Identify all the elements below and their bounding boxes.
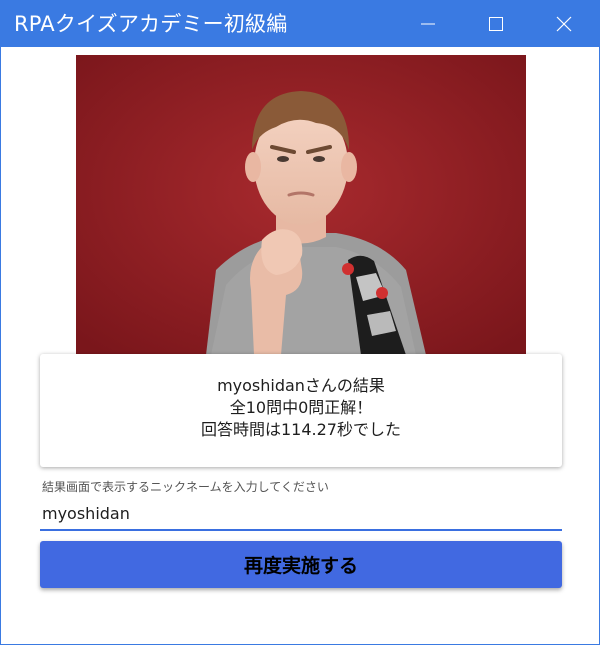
app-window: RPAクイズアカデミー初級編 myoshidanさんの結果 全10問中0問正解！… [0,0,600,645]
result-photo [76,55,526,355]
result-user-line: myoshidanさんの結果 [217,376,385,395]
maximize-button[interactable] [473,1,519,47]
close-icon [556,16,572,32]
nickname-label: 結果画面で表示するニックネームを入力してください [42,480,329,494]
result-score-line: 全10問中0問正解！ [229,398,373,417]
result-card: myoshidanさんの結果 全10問中0問正解！ 回答時間は114.27秒でし… [40,354,562,467]
window-title: RPAクイズアカデミー初級編 [14,12,288,36]
minimize-icon [421,23,435,25]
retry-button[interactable]: 再度実施する [40,541,562,588]
title-bar[interactable]: RPAクイズアカデミー初級編 [1,1,599,47]
minimize-button[interactable] [405,1,451,47]
maximize-icon [489,17,503,31]
nickname-input[interactable] [40,501,562,531]
result-time-line: 回答時間は114.27秒でした [201,420,401,439]
close-button[interactable] [541,1,587,47]
